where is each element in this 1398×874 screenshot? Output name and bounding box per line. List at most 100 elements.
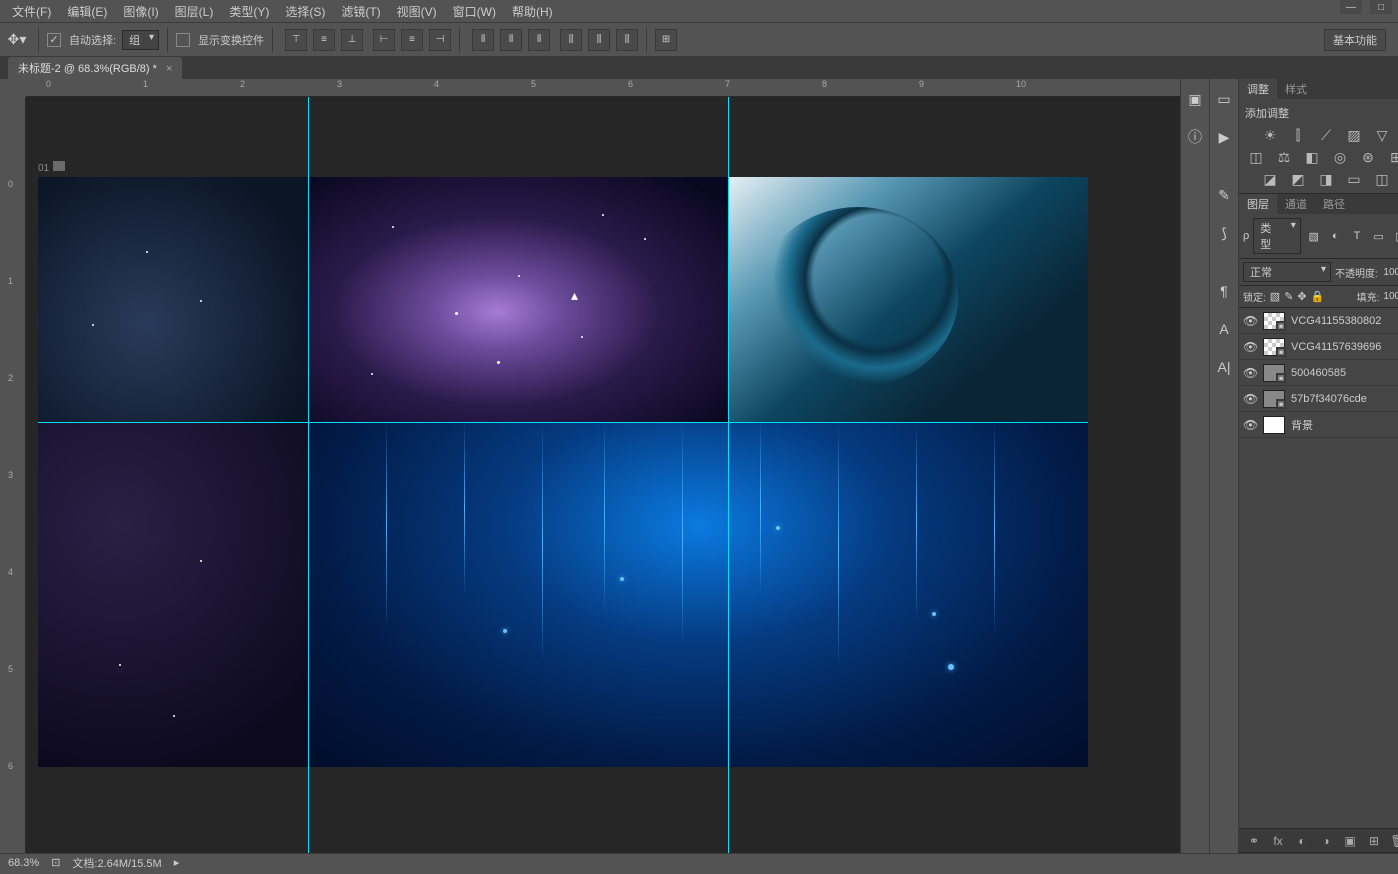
link-layers-icon[interactable]: ⚭ [1245,832,1263,850]
guide-horizontal-1[interactable] [38,422,1088,423]
tab-layers[interactable]: 图层 [1239,194,1277,214]
image-night-clouds[interactable] [38,177,308,422]
image-ocean-wave[interactable] [728,177,1088,422]
brightness-icon[interactable]: ☀ [1260,127,1280,143]
filter-adjust-icon[interactable]: ◐ [1326,228,1344,244]
image-galaxy-nebula[interactable] [308,177,728,422]
selective-icon[interactable]: ◫ [1372,171,1392,187]
align-right-icon[interactable]: ⊣ [429,29,451,51]
curves-icon[interactable]: ⟋ [1316,127,1336,143]
menu-select[interactable]: 选择(S) [279,1,331,22]
tab-adjustments[interactable]: 调整 [1239,79,1277,99]
menu-window[interactable]: 窗口(W) [447,1,502,22]
menu-file[interactable]: 文件(F) [6,1,57,22]
ruler-corner[interactable] [8,79,26,97]
hue-icon[interactable]: ◫ [1246,149,1266,165]
posterize-icon[interactable]: ◩ [1288,171,1308,187]
canvas[interactable]: 01 [26,97,1180,853]
opacity-value[interactable]: 100% [1383,267,1398,278]
distribute-top-icon[interactable]: ⫴ [472,29,494,51]
close-tab-icon[interactable]: × [166,63,172,75]
menu-edit[interactable]: 编辑(E) [61,1,113,22]
lock-pixels-icon[interactable]: ▧ [1270,290,1280,303]
layer-item[interactable]: 👁▣VCG41155380802 [1239,308,1398,334]
status-arrow-icon[interactable]: ▸ [174,856,180,869]
guide-vertical-outer-1[interactable] [308,97,309,853]
paragraph-icon[interactable]: ¶ [1210,277,1238,305]
distribute-vcenter-icon[interactable]: ⫴ [500,29,522,51]
distribute-hcenter-icon[interactable]: ⫼ [588,29,610,51]
lock-position-icon[interactable]: ✥ [1297,290,1306,303]
delete-layer-icon[interactable]: 🗑 [1389,832,1398,850]
guide-vertical-outer-2[interactable] [728,97,729,853]
new-layer-icon[interactable]: ⊞ [1365,832,1383,850]
layer-filter-dropdown[interactable]: 类型 [1253,218,1301,254]
tab-paths[interactable]: 路径 [1315,194,1353,214]
fill-value[interactable]: 100% [1383,291,1398,302]
new-group-icon[interactable]: ▣ [1341,832,1359,850]
brush-presets-icon[interactable]: ⟆ [1210,219,1238,247]
image-dark-nebula[interactable] [38,422,308,767]
tab-channels[interactable]: 通道 [1277,194,1315,214]
layer-visibility-icon[interactable]: 👁 [1243,392,1257,406]
threshold-icon[interactable]: ◨ [1316,171,1336,187]
layer-thumbnail[interactable]: ▣ [1263,364,1285,382]
photo-filter-icon[interactable]: ◎ [1330,149,1350,165]
menu-type[interactable]: 类型(Y) [223,1,275,22]
lock-paint-icon[interactable]: ✎ [1284,290,1293,303]
lock-all-icon[interactable]: 🔒 [1311,290,1325,303]
auto-select-dropdown[interactable]: 组 [122,30,159,50]
character-icon[interactable]: A [1210,315,1238,343]
workspace-switcher[interactable]: 基本功能 [1324,29,1386,51]
adjustment-layer-icon[interactable]: ◑ [1317,832,1335,850]
layer-visibility-icon[interactable]: 👁 [1243,366,1257,380]
window-maximize[interactable]: □ [1370,0,1392,14]
filter-smart-icon[interactable]: ◫ [1391,228,1398,244]
gradient-map-icon[interactable]: ▭ [1344,171,1364,187]
image-digital-rain[interactable] [308,422,1088,767]
layer-visibility-icon[interactable]: 👁 [1243,418,1257,432]
auto-align-icon[interactable]: ⊞ [655,29,677,51]
layer-thumbnail[interactable] [1263,416,1285,434]
channel-mixer-icon[interactable]: ⊛ [1358,149,1378,165]
status-zoom[interactable]: 68.3% [8,857,39,869]
history-icon[interactable]: ▣ [1181,85,1209,113]
distribute-left-icon[interactable]: ⫼ [560,29,582,51]
status-zoom-icon[interactable]: ⊡ [51,856,60,869]
align-hcenter-icon[interactable]: ≡ [401,29,423,51]
layer-item[interactable]: 👁▣57b7f34076cde [1239,386,1398,412]
actions-icon[interactable]: ▶ [1210,123,1238,151]
brush-icon[interactable]: ✎ [1210,181,1238,209]
status-doc-info[interactable]: 文档:2.64M/15.5M [72,855,161,871]
layer-thumbnail[interactable]: ▣ [1263,338,1285,356]
align-bottom-icon[interactable]: ⊥ [341,29,363,51]
vibrance-icon[interactable]: ▽ [1372,127,1392,143]
menu-layer[interactable]: 图层(L) [169,1,220,22]
auto-select-checkbox[interactable]: ✓ [47,33,61,47]
layer-item[interactable]: 👁▣500460585 [1239,360,1398,386]
layer-style-icon[interactable]: fx [1269,832,1287,850]
horizontal-ruler[interactable]: 0 1 2 3 4 5 6 7 8 9 10 [26,79,1180,97]
menu-view[interactable]: 视图(V) [391,1,443,22]
exposure-icon[interactable]: ▨ [1344,127,1364,143]
align-vcenter-icon[interactable]: ≡ [313,29,335,51]
vertical-ruler[interactable]: 0 1 2 3 4 5 6 [8,97,26,853]
window-minimize[interactable]: — [1340,0,1362,14]
layer-mask-icon[interactable]: ◐ [1293,832,1311,850]
show-transform-checkbox[interactable] [176,33,190,47]
distribute-right-icon[interactable]: ⫼ [616,29,638,51]
glyphs-icon[interactable]: A| [1210,353,1238,381]
layer-item[interactable]: 👁▣VCG41157639696 [1239,334,1398,360]
layer-visibility-icon[interactable]: 👁 [1243,340,1257,354]
properties-icon[interactable]: ▭ [1210,85,1238,113]
color-balance-icon[interactable]: ⚖ [1274,149,1294,165]
distribute-bottom-icon[interactable]: ⫴ [528,29,550,51]
menu-image[interactable]: 图像(I) [117,1,164,22]
align-left-icon[interactable]: ⊢ [373,29,395,51]
invert-icon[interactable]: ◪ [1260,171,1280,187]
layer-visibility-icon[interactable]: 👁 [1243,314,1257,328]
layer-thumbnail[interactable]: ▣ [1263,312,1285,330]
blend-mode-dropdown[interactable]: 正常 [1243,262,1331,282]
menu-filter[interactable]: 滤镜(T) [335,1,386,22]
document-tab[interactable]: 未标题-2 @ 68.3%(RGB/8) * × [8,57,182,79]
